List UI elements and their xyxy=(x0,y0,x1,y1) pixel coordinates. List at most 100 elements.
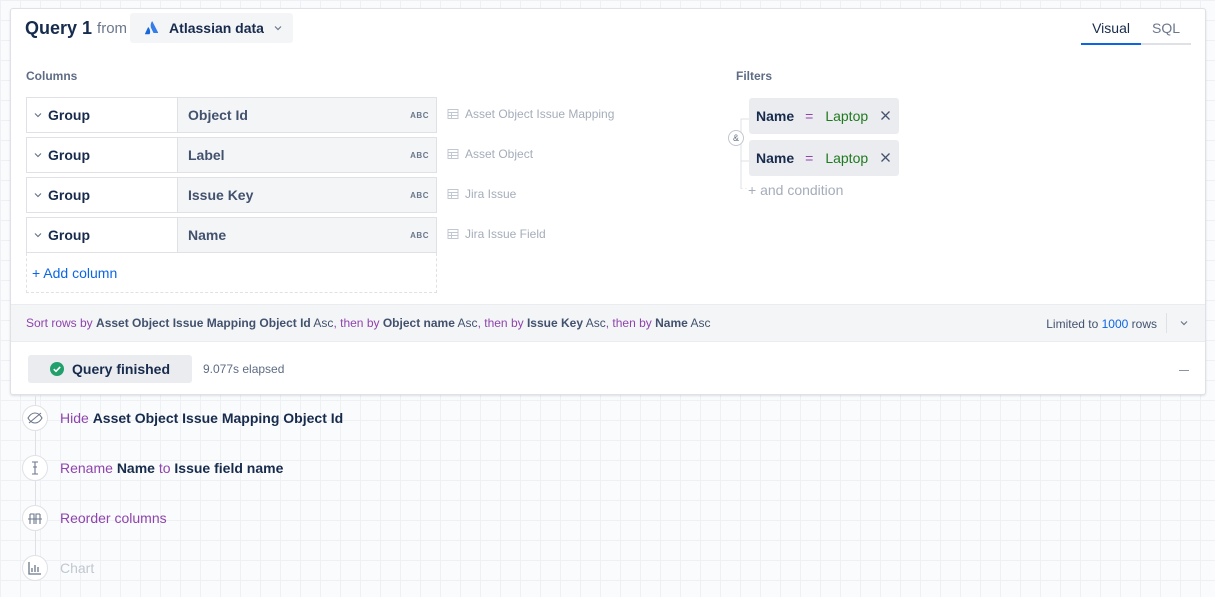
filter-connector-lines xyxy=(740,118,749,189)
add-condition-button[interactable]: + and condition xyxy=(748,182,843,198)
sort-prefix: Sort rows by xyxy=(26,316,93,330)
sort-direction: Asc xyxy=(585,316,606,330)
limit-suffix: rows xyxy=(1131,317,1157,331)
aggregation-dropdown[interactable]: Group xyxy=(27,138,178,172)
tab-sql[interactable]: SQL xyxy=(1140,17,1191,45)
chevron-down-icon[interactable] xyxy=(1179,318,1189,328)
columns-heading: Columns xyxy=(26,69,78,83)
sort-bar: Sort rows by Asset Object Issue Mapping … xyxy=(11,304,1205,342)
collapse-icon[interactable] xyxy=(1179,370,1189,371)
check-circle-icon xyxy=(50,362,64,376)
row-limit[interactable]: Limited to 1000 rows xyxy=(1046,317,1157,331)
column-field[interactable]: Label ABC xyxy=(178,138,436,172)
sort-direction: Asc xyxy=(313,316,334,330)
filters-heading: Filters xyxy=(736,69,773,83)
step-reorder-text: Reorder columns xyxy=(60,510,167,526)
hide-icon xyxy=(22,405,48,431)
type-badge: ABC xyxy=(410,230,429,240)
divider xyxy=(1166,313,1167,333)
sort-field: Asset Object Issue Mapping Object Id xyxy=(96,316,311,330)
column-table-ref: Jira Issue xyxy=(447,187,516,201)
aggregation-label: Group xyxy=(48,227,90,243)
chevron-down-icon xyxy=(34,153,42,158)
close-icon[interactable] xyxy=(880,152,891,163)
column-field-label: Issue Key xyxy=(188,187,254,203)
column-field-label: Name xyxy=(188,227,227,243)
step-verb: Reorder columns xyxy=(60,510,167,526)
add-column-area: + Add column xyxy=(26,253,437,293)
column-field[interactable]: Object Id ABC xyxy=(178,98,436,132)
step-verb: Rename xyxy=(60,460,113,476)
step-target: Name xyxy=(116,460,155,476)
type-badge: ABC xyxy=(410,150,429,160)
aggregation-dropdown[interactable]: Group xyxy=(27,98,178,132)
tab-visual[interactable]: Visual xyxy=(1081,17,1141,45)
aggregation-label: Group xyxy=(48,147,90,163)
column-table-ref: Asset Object Issue Mapping xyxy=(447,107,614,121)
sort-comma: , xyxy=(605,316,610,330)
step-connector xyxy=(35,531,36,556)
column-row: Group Issue Key ABC xyxy=(26,177,437,213)
filter-field: Name xyxy=(756,150,795,166)
sort-direction: Asc xyxy=(690,316,711,330)
step-joiner: to xyxy=(158,460,171,476)
data-source-label: Atlassian data xyxy=(169,20,264,36)
and-joiner[interactable]: & xyxy=(728,130,744,146)
query-card: Query 1 from Atlassian data Visual SQL C… xyxy=(10,8,1206,395)
column-field[interactable]: Issue Key ABC xyxy=(178,178,436,212)
chevron-down-icon xyxy=(274,26,282,31)
column-field[interactable]: Name ABC xyxy=(178,218,436,252)
query-header: Query 1 from Atlassian data xyxy=(25,13,293,43)
aggregation-label: Group xyxy=(48,107,90,123)
step-verb: Hide xyxy=(60,410,89,426)
chart-icon xyxy=(22,555,48,581)
sort-direction: Asc xyxy=(457,316,478,330)
table-icon xyxy=(447,189,459,199)
step-target-new: Issue field name xyxy=(174,460,284,476)
column-table-ref: Jira Issue Field xyxy=(447,227,546,241)
filter-value: Laptop xyxy=(825,108,869,124)
step-connector xyxy=(35,481,36,506)
reorder-icon xyxy=(22,505,48,531)
add-column-button[interactable]: + Add column xyxy=(32,265,117,281)
filter-condition[interactable]: Name = Laptop xyxy=(749,98,899,134)
table-icon xyxy=(447,149,459,159)
type-badge: ABC xyxy=(410,110,429,120)
column-row: Group Name ABC xyxy=(26,217,437,253)
step-chart[interactable]: Chart xyxy=(22,555,94,581)
step-rename-text: Rename Name to Issue field name xyxy=(60,460,283,476)
close-icon[interactable] xyxy=(880,110,891,121)
query-title[interactable]: Query 1 xyxy=(25,18,92,39)
step-rename[interactable]: Rename Name to Issue field name xyxy=(22,455,283,481)
sort-then: then by xyxy=(612,316,652,330)
column-table-label: Jira Issue Field xyxy=(465,227,546,241)
sort-summary[interactable]: Sort rows by Asset Object Issue Mapping … xyxy=(26,316,710,330)
aggregation-dropdown[interactable]: Group xyxy=(27,218,178,252)
chevron-down-icon xyxy=(34,113,42,118)
limit-prefix: Limited to xyxy=(1046,317,1099,331)
step-reorder[interactable]: Reorder columns xyxy=(22,505,167,531)
filter-operator: = xyxy=(805,150,814,166)
filter-value: Laptop xyxy=(825,150,869,166)
sort-field: Issue Key xyxy=(526,316,584,330)
status-label: Query finished xyxy=(72,361,171,377)
column-field-label: Label xyxy=(188,147,225,163)
sort-field: Object name xyxy=(382,316,455,330)
column-field-label: Object Id xyxy=(188,107,248,123)
aggregation-dropdown[interactable]: Group xyxy=(27,178,178,212)
from-label: from xyxy=(97,19,128,37)
column-table-ref: Asset Object xyxy=(447,147,533,161)
filter-operator: = xyxy=(805,108,814,124)
step-target: Asset Object Issue Mapping Object Id xyxy=(92,410,344,426)
sort-then: then by xyxy=(340,316,380,330)
step-connector xyxy=(35,396,36,405)
step-connector xyxy=(35,431,36,456)
chevron-down-icon xyxy=(34,233,42,238)
filter-condition[interactable]: Name = Laptop xyxy=(749,140,899,176)
step-hide[interactable]: Hide Asset Object Issue Mapping Object I… xyxy=(22,405,343,431)
column-row: Group Label ABC xyxy=(26,137,437,173)
sort-comma: , xyxy=(477,316,481,330)
data-source-dropdown[interactable]: Atlassian data xyxy=(130,13,293,43)
query-status: Query finished 9.077s elapsed xyxy=(28,355,284,383)
rename-icon xyxy=(22,455,48,481)
